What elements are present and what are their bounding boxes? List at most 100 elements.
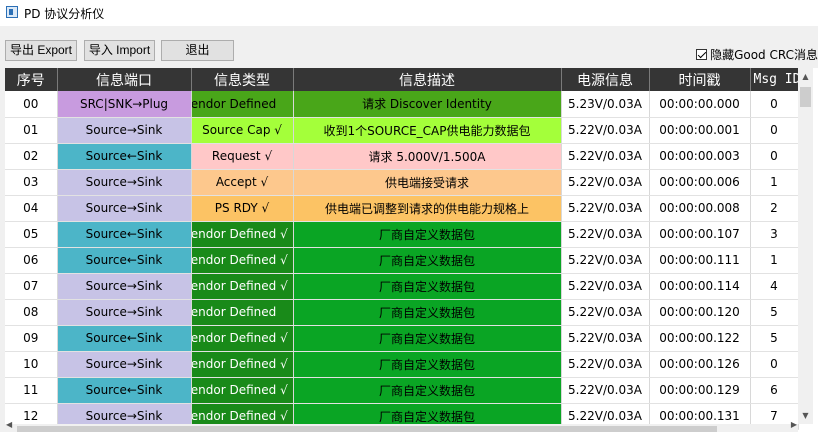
row-power-cell: 5.22V/0.03A (561, 299, 650, 326)
row-port-cell: Source←Sink (57, 221, 192, 248)
table-row[interactable]: 03 Source→Sink Accept √ 供电端接受请求 5.22V/0.03A 0… (5, 169, 799, 196)
row-port-cell: Source←Sink (57, 377, 192, 404)
app-window-icon (6, 6, 18, 18)
row-type-cell: Vendor Defined √ (191, 377, 294, 404)
row-power-cell: 5.22V/0.03A (561, 117, 650, 144)
row-seq-cell: 03 (5, 169, 58, 196)
table-row[interactable]: 02 Source←Sink Request √ 请求 5.000V/1.500A 5.… (5, 143, 799, 170)
row-seq-cell: 10 (5, 351, 58, 378)
row-power-cell: 5.22V/0.03A (561, 221, 650, 248)
row-port-cell: Source←Sink (57, 247, 192, 274)
row-description-cell: 收到1个SOURCE_CAP供电能力数据包 (293, 117, 562, 144)
row-msg-id-cell: 5 (750, 299, 799, 326)
row-timestamp-cell: 00:00:00.008 (649, 195, 751, 222)
hide-good-crc-checkbox[interactable]: 隐藏Good CRC消息 (696, 46, 818, 62)
arrow-right-icon[interactable]: ▶ (791, 420, 797, 429)
row-seq-cell: 04 (5, 195, 58, 222)
row-power-cell: 5.22V/0.03A (561, 143, 650, 170)
row-timestamp-cell: 00:00:00.129 (649, 377, 751, 404)
row-description-cell: 厂商自定义数据包 (293, 273, 562, 300)
row-timestamp-cell: 00:00:00.122 (649, 325, 751, 352)
row-type-cell: Vendor Defined √ (191, 273, 294, 300)
row-type-cell: Accept √ (191, 169, 294, 196)
row-description-cell: 厂商自定义数据包 (293, 299, 562, 326)
row-seq-cell: 06 (5, 247, 58, 274)
table-row[interactable]: 07 Source→Sink Vendor Defined √ 厂商自定义数据包 5.2… (5, 273, 799, 300)
row-msg-id-cell: 3 (750, 221, 799, 248)
row-msg-id-cell: 0 (750, 91, 799, 118)
row-type-cell: Vendor Defined (191, 91, 294, 118)
row-timestamp-cell: 00:00:00.114 (649, 273, 751, 300)
row-power-cell: 5.22V/0.03A (561, 247, 650, 274)
row-power-cell: 5.22V/0.03A (561, 195, 650, 222)
row-type-cell: Vendor Defined √ (191, 247, 294, 274)
arrow-up-icon[interactable]: ▲ (798, 68, 813, 85)
row-type-cell: PS RDY √ (191, 195, 294, 222)
row-timestamp-cell: 00:00:00.006 (649, 169, 751, 196)
row-power-cell: 5.22V/0.03A (561, 169, 650, 196)
message-table: 序号 信息端口 信息类型 信息描述 电源信息 时间戳 Msg ID 00 SRC|… (5, 68, 818, 432)
arrow-left-icon[interactable]: ◀ (6, 420, 12, 429)
row-seq-cell: 08 (5, 299, 58, 326)
row-port-cell: Source→Sink (57, 195, 192, 222)
import-button[interactable]: 导入 Import (84, 40, 155, 61)
table-row[interactable]: 01 Source→Sink Source Cap √ 收到1个SOURCE_CAP供… (5, 117, 799, 144)
table-row[interactable]: 06 Source←Sink Vendor Defined √ 厂商自定义数据包 5.2… (5, 247, 799, 274)
row-msg-id-cell: 4 (750, 273, 799, 300)
row-seq-cell: 09 (5, 325, 58, 352)
row-msg-id-cell: 1 (750, 169, 799, 196)
row-power-cell: 5.22V/0.03A (561, 377, 650, 404)
table-row[interactable]: 10 Source→Sink Vendor Defined √ 厂商自定义数据包 5.2… (5, 351, 799, 378)
export-button[interactable]: 导出 Export (5, 40, 77, 61)
table-row[interactable]: 04 Source→Sink PS RDY √ 供电端已调整到请求的供电能力规格上 5.… (5, 195, 799, 222)
row-seq-cell: 07 (5, 273, 58, 300)
header-msg-id[interactable]: Msg ID (750, 68, 799, 91)
row-port-cell: Source→Sink (57, 169, 192, 196)
header-port[interactable]: 信息端口 (57, 68, 192, 91)
row-timestamp-cell: 00:00:00.111 (649, 247, 751, 274)
exit-button[interactable]: 退出 (161, 40, 234, 61)
row-port-cell: Source←Sink (57, 325, 192, 352)
row-type-cell: Source Cap √ (191, 117, 294, 144)
row-timestamp-cell: 00:00:00.120 (649, 299, 751, 326)
row-seq-cell: 00 (5, 91, 58, 118)
title-bar: PD 协议分析仪 (0, 0, 818, 26)
row-seq-cell: 02 (5, 143, 58, 170)
table-row[interactable]: 09 Source←Sink Vendor Defined √ 厂商自定义数据包 5.2… (5, 325, 799, 352)
row-msg-id-cell: 0 (750, 117, 799, 144)
row-timestamp-cell: 00:00:00.000 (649, 91, 751, 118)
row-power-cell: 5.22V/0.03A (561, 325, 650, 352)
row-description-cell: 请求 5.000V/1.500A (293, 143, 562, 170)
row-type-cell: Vendor Defined √ (191, 325, 294, 352)
header-type[interactable]: 信息类型 (191, 68, 294, 91)
row-description-cell: 厂商自定义数据包 (293, 351, 562, 378)
row-timestamp-cell: 00:00:00.001 (649, 117, 751, 144)
row-timestamp-cell: 00:00:00.003 (649, 143, 751, 170)
row-seq-cell: 05 (5, 221, 58, 248)
row-timestamp-cell: 00:00:00.126 (649, 351, 751, 378)
row-type-cell: Vendor Defined √ (191, 221, 294, 248)
arrow-down-icon[interactable]: ▼ (798, 407, 813, 424)
table-row[interactable]: 08 Source→Sink Vendor Defined 厂商自定义数据包 5.22V… (5, 299, 799, 326)
row-port-cell: Source←Sink (57, 143, 192, 170)
table-row[interactable]: 05 Source←Sink Vendor Defined √ 厂商自定义数据包 5.2… (5, 221, 799, 248)
header-power[interactable]: 电源信息 (561, 68, 650, 91)
window-title: PD 协议分析仪 (24, 7, 105, 21)
horizontal-scroll-thumb[interactable] (17, 426, 717, 432)
header-seq[interactable]: 序号 (5, 68, 58, 91)
header-description[interactable]: 信息描述 (293, 68, 562, 91)
row-port-cell: SRC|SNK→Plug (57, 91, 192, 118)
vertical-scrollbar[interactable]: ▲ ▼ (798, 68, 813, 424)
vertical-scroll-thumb[interactable] (800, 87, 811, 107)
row-timestamp-cell: 00:00:00.107 (649, 221, 751, 248)
table-row[interactable]: 00 SRC|SNK→Plug Vendor Defined 请求 Discover … (5, 91, 799, 118)
horizontal-scrollbar[interactable]: ◀ ▶ (5, 420, 798, 432)
hide-good-crc-label: 隐藏Good CRC消息 (710, 47, 818, 62)
row-description-cell: 厂商自定义数据包 (293, 325, 562, 352)
row-description-cell: 厂商自定义数据包 (293, 221, 562, 248)
row-port-cell: Source→Sink (57, 351, 192, 378)
check-icon[interactable] (696, 48, 708, 60)
header-timestamp[interactable]: 时间戳 (649, 68, 751, 91)
row-type-cell: Request √ (191, 143, 294, 170)
table-row[interactable]: 11 Source←Sink Vendor Defined √ 厂商自定义数据包 5.2… (5, 377, 799, 404)
